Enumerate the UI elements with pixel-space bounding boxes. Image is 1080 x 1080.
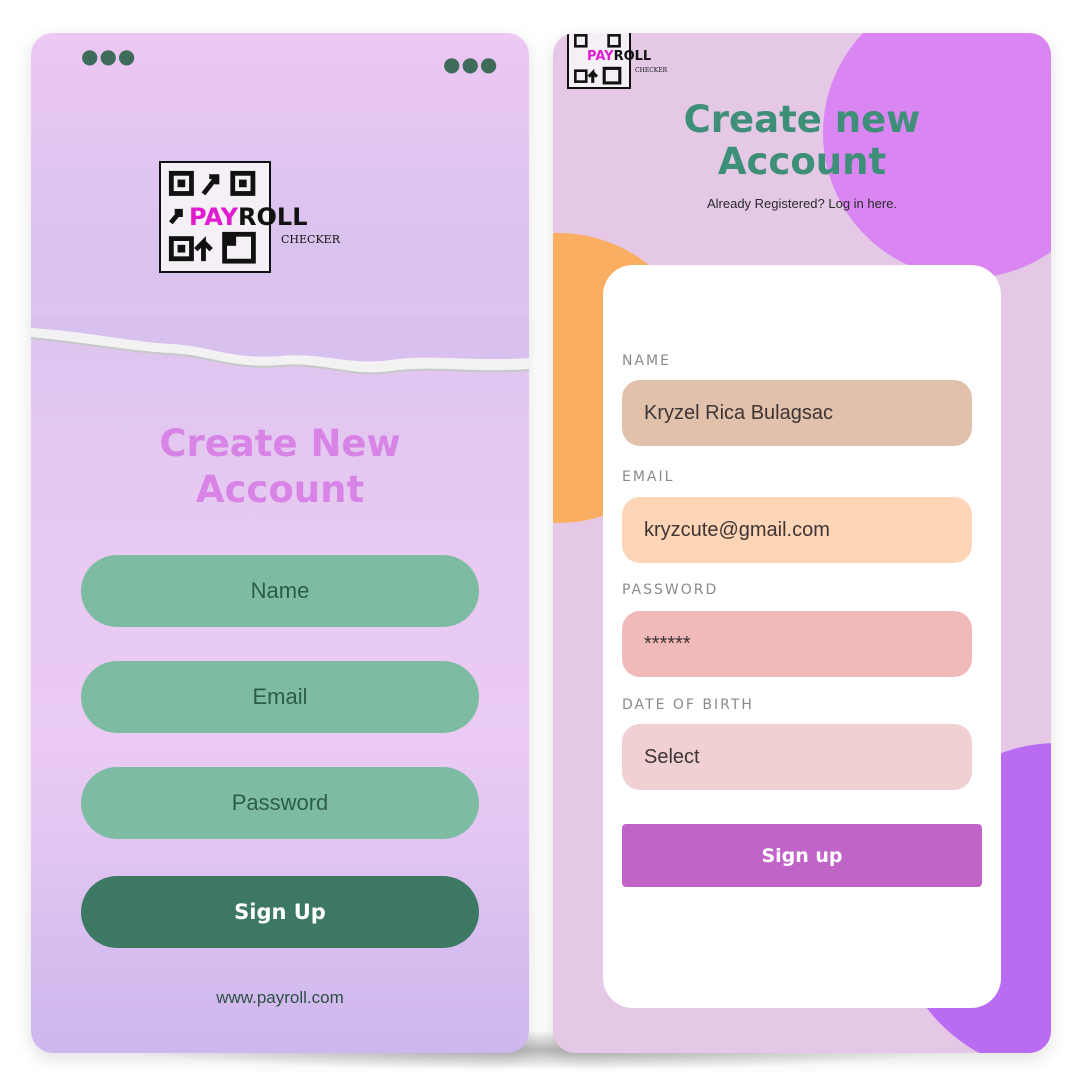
title-line-2: Account [717,140,887,183]
logo-pay-text: PAY [189,203,239,231]
name-label: NAME [622,353,671,369]
title-line-1: Create New [159,422,401,465]
password-field[interactable]: Password [81,767,479,839]
logo-pay-text: PAY [587,49,614,64]
logo-wordmark: PAYROLL [189,203,308,231]
logo-roll-text: ROLL [613,49,652,64]
website-link[interactable]: www.payroll.com [31,988,529,1008]
email-field[interactable]: Email [81,661,479,733]
page-title: Create New Account [31,421,529,513]
page-title: Create new Account [601,99,1003,183]
email-input[interactable]: kryzcute@gmail.com [622,497,972,563]
torn-paper-divider [31,318,529,375]
logo-checker-text: CHECKER [281,233,340,246]
logo-checker-text: CHECKER [635,67,668,74]
password-input[interactable]: ****** [622,611,972,677]
sign-up-button[interactable]: Sign Up [81,876,479,948]
name-field[interactable]: Name [81,555,479,627]
sign-up-button[interactable]: Sign up [622,824,982,887]
more-dots-icon[interactable]: ●●● [81,46,136,66]
password-label: PASSWORD [622,582,719,598]
name-input[interactable]: Kryzel Rica Bulagsac [622,380,972,446]
login-link[interactable]: Already Registered? Log in here. [601,196,1003,211]
email-label: EMAIL [622,469,675,485]
logo-wordmark: PAYROLL [587,49,651,64]
date-of-birth-select[interactable]: Select [622,724,972,790]
logo-roll-text: ROLL [238,203,308,231]
more-dots-icon[interactable]: ●●● [443,54,498,74]
right-phone-screen: PAYROLL CHECKER Create new Account Alrea… [553,33,1051,1053]
date-of-birth-label: DATE OF BIRTH [622,697,754,713]
left-phone-screen: ●●● ●●● PAYROLL CHECKER Create New Accou… [31,33,529,1053]
title-line-2: Account [195,468,365,511]
title-line-1: Create new [683,98,921,141]
